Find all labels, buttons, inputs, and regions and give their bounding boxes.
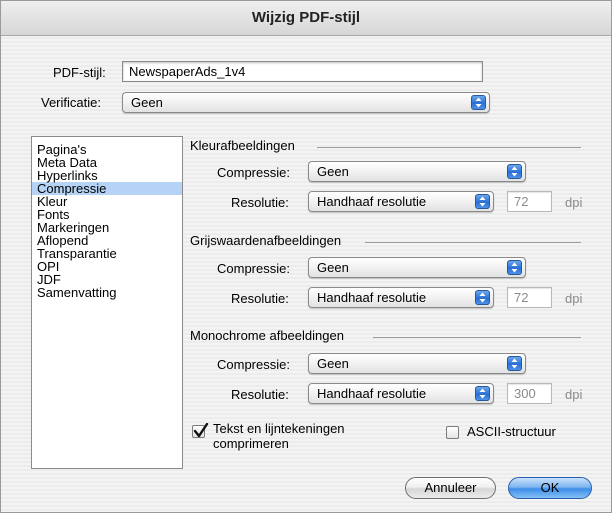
compress-text-label-line2: comprimeren — [213, 436, 289, 451]
section-title-monochrome: Monochrome afbeeldingen — [190, 328, 344, 343]
gray-compression-popup[interactable]: Geen — [308, 257, 526, 278]
gray-compression-label: Compressie: — [217, 261, 290, 276]
category-list[interactable]: Pagina's Meta Data Hyperlinks Compressie Kle… — [31, 136, 183, 469]
pdf-style-input[interactable]: NewspaperAds_1v4 — [122, 61, 483, 82]
color-dpi-input[interactable]: 72 — [507, 191, 552, 212]
popup-arrows-icon — [507, 356, 522, 371]
cancel-button[interactable]: Annuleer — [405, 477, 496, 499]
section-divider — [317, 147, 581, 148]
section-divider — [365, 242, 581, 243]
ascii-label: ASCII-structuur — [467, 424, 556, 439]
verification-popup[interactable]: Geen — [122, 92, 490, 113]
gray-dpi-unit: dpi — [565, 291, 583, 306]
mono-resolution-popup[interactable]: Handhaaf resolutie — [308, 383, 494, 404]
category-item[interactable]: Samenvatting — [32, 286, 182, 299]
dialog-window: Wijzig PDF-stijl PDF-stijl: NewspaperAds… — [0, 0, 612, 513]
color-compression-label: Compressie: — [217, 165, 290, 180]
popup-arrows-icon — [475, 194, 490, 209]
mono-compression-label: Compressie: — [217, 357, 290, 372]
mono-dpi-unit: dpi — [565, 387, 583, 402]
ascii-checkbox[interactable] — [446, 426, 459, 439]
gray-compression-value: Geen — [317, 260, 349, 275]
ok-button[interactable]: OK — [508, 477, 592, 499]
color-resolution-popup[interactable]: Handhaaf resolutie — [308, 191, 494, 212]
section-title-grayscale: Grijswaardenafbeeldingen — [190, 233, 342, 248]
mono-compression-value: Geen — [317, 356, 349, 371]
mono-dpi-input[interactable]: 300 — [507, 383, 552, 404]
verification-label: Verificatie: — [41, 95, 101, 110]
pdf-style-label: PDF-stijl: — [53, 65, 106, 80]
gray-resolution-value: Handhaaf resolutie — [317, 290, 427, 305]
popup-arrows-icon — [475, 290, 490, 305]
color-resolution-value: Handhaaf resolutie — [317, 194, 427, 209]
section-title-color: Kleurafbeeldingen — [190, 138, 295, 153]
popup-arrows-icon — [475, 386, 490, 401]
window-title: Wijzig PDF-stijl — [1, 1, 611, 36]
mono-resolution-label: Resolutie: — [231, 387, 289, 402]
gray-dpi-input[interactable]: 72 — [507, 287, 552, 308]
color-compression-value: Geen — [317, 164, 349, 179]
color-dpi-unit: dpi — [565, 195, 583, 210]
compress-text-label-line1: Tekst en lijntekeningen — [213, 421, 345, 436]
popup-arrows-icon — [507, 164, 522, 179]
gray-resolution-label: Resolutie: — [231, 291, 289, 306]
section-divider — [373, 337, 581, 338]
color-compression-popup[interactable]: Geen — [308, 161, 526, 182]
gray-resolution-popup[interactable]: Handhaaf resolutie — [308, 287, 494, 308]
popup-arrows-icon — [507, 260, 522, 275]
verification-popup-value: Geen — [131, 95, 163, 110]
compress-text-checkbox[interactable] — [192, 423, 209, 438]
popup-arrows-icon — [471, 95, 486, 110]
mono-resolution-value: Handhaaf resolutie — [317, 386, 427, 401]
mono-compression-popup[interactable]: Geen — [308, 353, 526, 374]
checkmark-icon — [193, 423, 209, 438]
color-resolution-label: Resolutie: — [231, 195, 289, 210]
